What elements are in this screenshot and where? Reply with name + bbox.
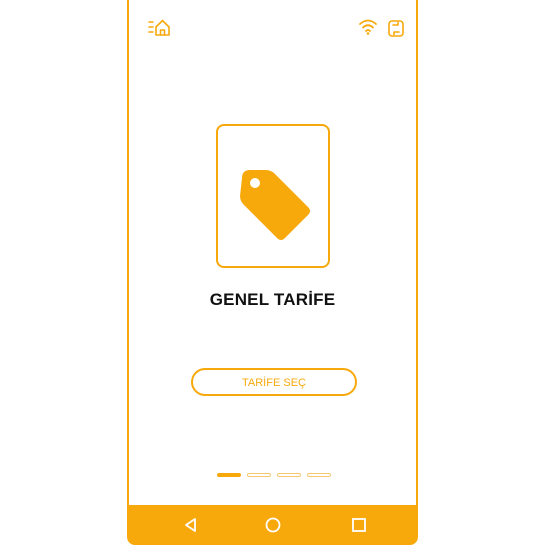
home-list-icon[interactable] (147, 16, 173, 40)
page-dot-3[interactable] (277, 473, 301, 477)
page-dot-4[interactable] (307, 473, 331, 477)
tariff-card[interactable] (216, 124, 330, 268)
status-bar (129, 16, 416, 40)
page-dot-2[interactable] (247, 473, 271, 477)
navigation-bar (129, 505, 416, 545)
price-tag-icon (240, 170, 310, 240)
page-dot-1[interactable] (217, 473, 241, 477)
page-indicator (217, 473, 337, 477)
select-tariff-button[interactable]: TARİFE SEÇ (191, 368, 357, 396)
wifi-icon (359, 19, 377, 35)
tariff-title: GENEL TARİFE (209, 290, 336, 309)
home-icon[interactable] (263, 515, 283, 535)
phone-frame: GENEL TARİFE TARİFE SEÇ (127, 0, 418, 545)
recents-icon[interactable] (349, 515, 369, 535)
back-icon[interactable] (181, 515, 201, 535)
sync-icon[interactable] (387, 18, 405, 38)
